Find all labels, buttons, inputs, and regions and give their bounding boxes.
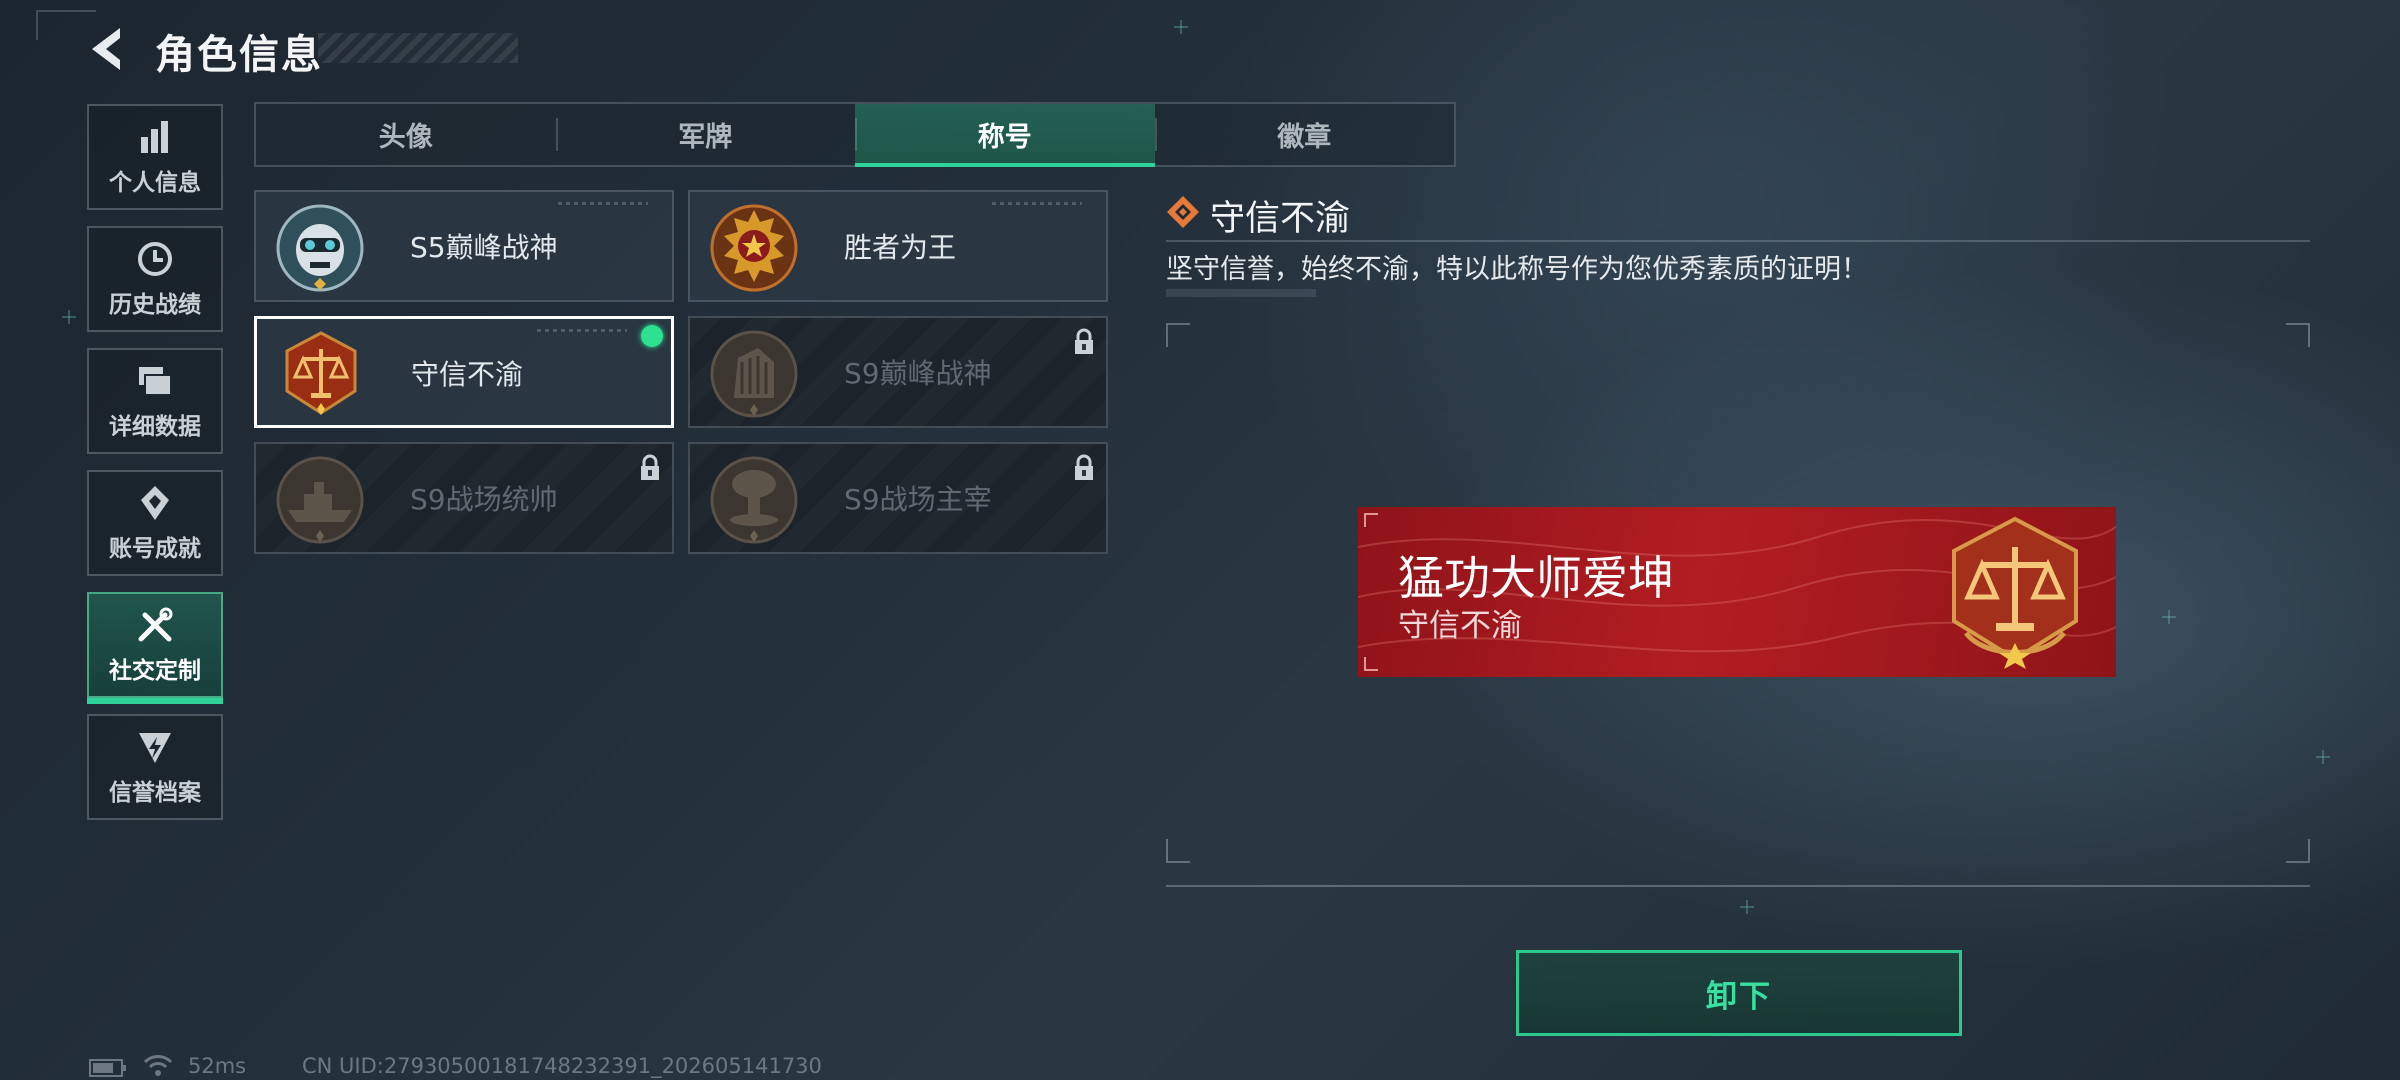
lock-icon [1075, 328, 1093, 354]
sidebar-item-history[interactable]: 历史战绩 [87, 226, 223, 332]
lock-icon [641, 454, 659, 480]
detail-description: 坚守信誉，始终不渝，特以此称号作为您优秀素质的证明！ [1166, 254, 1868, 285]
sidebar-item-label: 账号成就 [109, 536, 201, 562]
crosshair-decoration [62, 310, 76, 324]
crosshair-decoration [1174, 20, 1188, 34]
sidebar-item-social-custom[interactable]: 社交定制 [87, 592, 223, 704]
sidebar-item-achievements[interactable]: 账号成就 [87, 470, 223, 576]
unequip-label: 卸下 [1706, 978, 1772, 1015]
scales-emblem-icon [285, 331, 357, 415]
crosshair-decoration [2316, 750, 2330, 764]
title-card-s5-peak[interactable]: S5巅峰战神 [254, 190, 674, 302]
folder-icon [139, 367, 172, 396]
banner-player-name: 猛功大师爱坤 [1398, 551, 1674, 605]
gold-medal-emblem-icon [710, 204, 798, 292]
ping-readout: 52ms [188, 1054, 247, 1078]
uid-label: CN UID:279305001817482323​91_20260514173… [302, 1054, 822, 1078]
monument-emblem-icon [710, 330, 798, 418]
wifi-icon [143, 1055, 173, 1076]
mushroom-cloud-emblem-icon [710, 456, 798, 544]
sidebar-item-personal-info[interactable]: 个人信息 [87, 104, 223, 210]
tab-badge[interactable]: 徽章 [1154, 104, 1455, 165]
back-arrow-icon [92, 28, 120, 70]
achievement-icon [141, 486, 169, 520]
tab-dogtag[interactable]: 军牌 [555, 104, 856, 165]
title-card-s9-dominator[interactable]: S9战场主宰 [688, 442, 1108, 554]
diamond-icon [1167, 196, 1199, 228]
crosshair-decoration [1740, 900, 1754, 914]
sidebar-item-detailed-data[interactable]: 详细数据 [87, 348, 223, 454]
equipped-indicator [641, 325, 663, 347]
divider [1166, 885, 2310, 887]
detail-title: 守信不渝 [1210, 199, 1351, 239]
back-button[interactable] [82, 22, 136, 76]
sidebar-item-label: 信誉档案 [109, 780, 201, 806]
card-dots-decoration [558, 202, 648, 205]
sidebar-item-label: 个人信息 [109, 170, 201, 196]
title-name: S5巅峰战神 [410, 231, 558, 264]
title-card-s9-commander[interactable]: S9战场统帅 [254, 442, 674, 554]
tab-bar: 头像 军牌 称号 徽章 [254, 102, 1456, 167]
tab-avatar[interactable]: 头像 [256, 104, 556, 165]
sidebar-item-reputation[interactable]: 信誉档案 [87, 714, 223, 820]
unequip-button[interactable]: 卸下 [1516, 950, 1962, 1036]
title-name: S9战场统帅 [410, 483, 558, 516]
scales-emblem-icon [1952, 516, 2078, 669]
title-name: 胜者为王 [844, 231, 957, 264]
title-banner-preview: 猛功大师爱坤 守信不渝 [1358, 507, 2116, 677]
title-stripes-decoration [318, 33, 518, 63]
title-card-s9-peak[interactable]: S9巅峰战神 [688, 316, 1108, 428]
warship-emblem-icon [276, 456, 364, 544]
title-name: 守信不渝 [411, 358, 524, 391]
divider [1166, 240, 2310, 242]
sidebar-item-label: 社交定制 [109, 658, 201, 684]
title-name: S9战场主宰 [844, 483, 992, 516]
banner-title: 守信不渝 [1398, 608, 1522, 644]
history-clock-icon [138, 242, 172, 276]
battery-icon [89, 1059, 126, 1077]
card-dots-decoration [992, 202, 1082, 205]
title-card-winner[interactable]: 胜者为王 [688, 190, 1108, 302]
reputation-icon [139, 733, 171, 763]
lock-icon [1075, 454, 1093, 480]
page-title: 角色信息 [155, 32, 323, 78]
sidebar-item-label: 历史战绩 [109, 292, 201, 318]
title-card-keep-faith[interactable]: 守信不渝 [254, 316, 674, 428]
sidebar-item-label: 详细数据 [109, 414, 201, 440]
detail-date-strip [1166, 289, 1316, 297]
bar-chart-icon [141, 121, 168, 153]
title-name: S9巅峰战神 [844, 357, 992, 390]
skull-helmet-emblem-icon [276, 204, 364, 292]
tab-title[interactable]: 称号 [855, 104, 1155, 167]
card-dots-decoration [537, 329, 627, 332]
tools-icon [138, 607, 173, 642]
